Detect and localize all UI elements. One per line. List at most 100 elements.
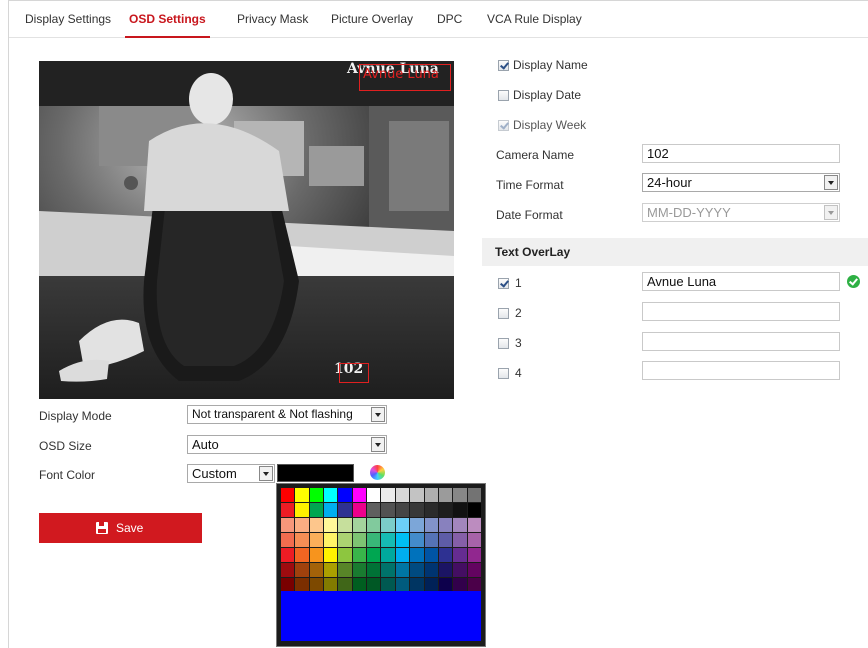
palette-swatch[interactable] <box>438 563 453 577</box>
palette-swatch[interactable] <box>453 578 467 592</box>
palette-swatch[interactable] <box>438 578 453 592</box>
palette-swatch[interactable] <box>295 533 309 547</box>
palette-swatch[interactable] <box>324 563 338 577</box>
palette-swatch[interactable] <box>381 533 395 547</box>
text-overlay-4-checkbox[interactable] <box>498 368 509 379</box>
palette-swatch[interactable] <box>395 578 410 592</box>
palette-swatch[interactable] <box>281 503 295 517</box>
palette-swatch[interactable] <box>410 488 424 502</box>
font-color-swatch[interactable] <box>277 464 354 482</box>
tab-picture-overlay[interactable]: Picture Overlay <box>331 1 413 37</box>
palette-swatch[interactable] <box>352 578 367 592</box>
palette-swatch[interactable] <box>324 548 338 562</box>
palette-swatch[interactable] <box>367 503 381 517</box>
palette-swatch[interactable] <box>438 518 453 532</box>
palette-swatch[interactable] <box>395 518 410 532</box>
palette-swatch[interactable] <box>367 518 381 532</box>
palette-swatch[interactable] <box>281 533 295 547</box>
osd-size-select[interactable]: Auto <box>187 435 387 454</box>
palette-swatch[interactable] <box>367 578 381 592</box>
palette-swatch[interactable] <box>352 488 367 502</box>
palette-swatch[interactable] <box>295 563 309 577</box>
osd-camera-number-box[interactable] <box>339 363 369 383</box>
palette-swatch[interactable] <box>367 488 381 502</box>
palette-swatch[interactable] <box>309 578 324 592</box>
text-overlay-1-checkbox[interactable] <box>498 278 509 289</box>
palette-swatch[interactable] <box>424 548 438 562</box>
save-button[interactable]: Save <box>39 513 202 543</box>
palette-swatch[interactable] <box>338 488 352 502</box>
time-format-select[interactable]: 24-hour <box>642 173 840 192</box>
camera-name-input[interactable]: 102 <box>642 144 840 163</box>
palette-swatch[interactable] <box>295 518 309 532</box>
palette-swatch[interactable] <box>438 488 453 502</box>
palette-swatch[interactable] <box>338 518 352 532</box>
palette-swatch[interactable] <box>295 578 309 592</box>
font-color-select[interactable]: Custom <box>187 464 275 483</box>
palette-swatch[interactable] <box>338 578 352 592</box>
palette-swatch[interactable] <box>395 563 410 577</box>
palette-swatch[interactable] <box>467 488 481 502</box>
palette-swatch[interactable] <box>438 533 453 547</box>
palette-swatch[interactable] <box>453 518 467 532</box>
palette-swatch[interactable] <box>453 533 467 547</box>
tab-display-settings[interactable]: Display Settings <box>25 1 111 37</box>
palette-swatch[interactable] <box>395 533 410 547</box>
palette-swatch[interactable] <box>309 563 324 577</box>
palette-swatch[interactable] <box>309 548 324 562</box>
color-wheel-icon[interactable] <box>370 465 385 480</box>
palette-swatch[interactable] <box>438 503 453 517</box>
palette-swatch[interactable] <box>367 548 381 562</box>
palette-swatch[interactable] <box>467 518 481 532</box>
palette-swatch[interactable] <box>367 533 381 547</box>
palette-swatch[interactable] <box>352 518 367 532</box>
video-preview[interactable]: Avnue Luna Avnue Luna 102 <box>39 61 454 399</box>
palette-swatch[interactable] <box>424 503 438 517</box>
palette-swatch[interactable] <box>410 503 424 517</box>
palette-swatch[interactable] <box>295 548 309 562</box>
text-overlay-4-input[interactable] <box>642 361 840 380</box>
palette-swatch[interactable] <box>395 503 410 517</box>
palette-swatch[interactable] <box>424 518 438 532</box>
palette-swatch[interactable] <box>324 518 338 532</box>
display-week-checkbox[interactable] <box>498 120 509 131</box>
palette-swatch[interactable] <box>281 548 295 562</box>
palette-swatch[interactable] <box>424 533 438 547</box>
text-overlay-2-input[interactable] <box>642 302 840 321</box>
palette-swatch[interactable] <box>395 488 410 502</box>
palette-swatch[interactable] <box>309 518 324 532</box>
palette-swatch[interactable] <box>281 518 295 532</box>
palette-swatch[interactable] <box>410 563 424 577</box>
palette-swatch[interactable] <box>281 563 295 577</box>
palette-swatch[interactable] <box>338 563 352 577</box>
palette-swatch[interactable] <box>381 503 395 517</box>
palette-swatch[interactable] <box>381 518 395 532</box>
tab-osd-settings[interactable]: OSD Settings <box>125 1 210 38</box>
text-overlay-1-input[interactable]: Avnue Luna <box>642 272 840 291</box>
palette-swatch[interactable] <box>453 503 467 517</box>
osd-name-box[interactable]: Avnue Luna <box>359 64 451 91</box>
palette-swatch[interactable] <box>324 503 338 517</box>
palette-swatch[interactable] <box>410 518 424 532</box>
palette-swatch[interactable] <box>410 548 424 562</box>
palette-swatch[interactable] <box>467 548 481 562</box>
palette-swatch[interactable] <box>410 578 424 592</box>
palette-swatch[interactable] <box>424 488 438 502</box>
palette-swatch[interactable] <box>309 488 324 502</box>
palette-swatch[interactable] <box>467 563 481 577</box>
palette-swatch[interactable] <box>467 503 481 517</box>
palette-swatch[interactable] <box>309 503 324 517</box>
tab-dpc[interactable]: DPC <box>437 1 462 37</box>
palette-swatch[interactable] <box>381 548 395 562</box>
palette-swatch[interactable] <box>453 488 467 502</box>
text-overlay-3-input[interactable] <box>642 332 840 351</box>
palette-swatch[interactable] <box>352 533 367 547</box>
tab-privacy-mask[interactable]: Privacy Mask <box>237 1 308 37</box>
palette-swatch[interactable] <box>367 563 381 577</box>
palette-swatch[interactable] <box>381 488 395 502</box>
palette-swatch[interactable] <box>281 488 295 502</box>
display-mode-select[interactable]: Not transparent & Not flashing <box>187 405 387 424</box>
palette-swatch[interactable] <box>381 563 395 577</box>
palette-swatch[interactable] <box>453 563 467 577</box>
palette-swatch[interactable] <box>324 488 338 502</box>
